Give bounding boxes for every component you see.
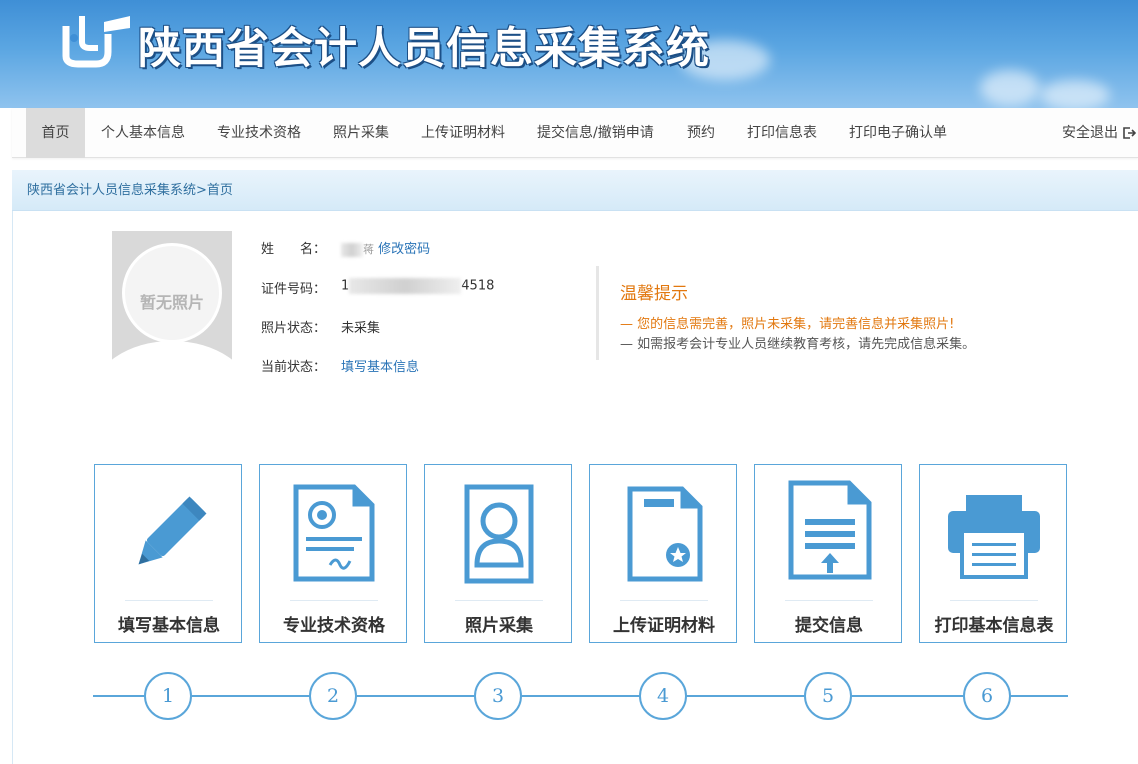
current-status-value[interactable]: 填写基本信息 — [341, 356, 419, 375]
card-print[interactable]: 打印基本信息表 — [919, 464, 1067, 643]
tips-divider — [596, 266, 599, 360]
id-label: 证件号码： — [261, 282, 327, 297]
tips-title: 温馨提示 — [620, 284, 688, 304]
printer-icon — [948, 495, 1040, 579]
tip-line-1: — 您的信息需完善，照片未采集，请完善信息并采集照片! — [620, 317, 955, 332]
id-value: 1 4518 — [341, 278, 494, 294]
card-separator — [620, 600, 708, 601]
breadcrumb: 陕西省会计人员信息采集系统>首页 — [12, 170, 1138, 211]
step-4: 4 — [639, 672, 687, 720]
change-password-link[interactable]: 修改密码 — [378, 242, 430, 257]
document-upload-icon — [788, 480, 872, 580]
certificate-icon — [293, 484, 375, 582]
id-prefix: 1 — [341, 278, 350, 294]
nav-personal-info[interactable]: 个人基本信息 — [101, 108, 185, 158]
card-separator — [950, 600, 1038, 601]
card-fill-basic-info[interactable]: 填写基本信息 — [94, 464, 242, 643]
card-label: 提交信息 — [795, 616, 863, 636]
avatar-placeholder: 暂无照片 — [112, 231, 232, 377]
step-2: 2 — [309, 672, 357, 720]
redacted-name — [341, 242, 363, 257]
nav-print-confirm[interactable]: 打印电子确认单 — [849, 108, 947, 158]
avatar-silhouette — [112, 341, 232, 377]
card-separator — [125, 600, 213, 601]
step-5: 5 — [804, 672, 852, 720]
card-separator — [290, 600, 378, 601]
nav-home[interactable]: 首页 — [26, 108, 85, 158]
current-status-label: 当前状态： — [261, 360, 327, 375]
nav-photo[interactable]: 照片采集 — [333, 108, 389, 158]
card-label: 打印基本信息表 — [934, 616, 1054, 636]
name-label: 姓 名： — [261, 242, 327, 257]
photo-status-value: 未采集 — [341, 321, 381, 336]
nav-upload[interactable]: 上传证明材料 — [421, 108, 505, 158]
main-nav: 首页 个人基本信息 专业技术资格 照片采集 上传证明材料 提交信息/撤销申请 预… — [12, 108, 1138, 158]
logout-button[interactable]: 安全退出 — [1062, 108, 1136, 158]
cloud-decoration — [1040, 80, 1110, 108]
site-title: 陕西省会计人员信息采集系统 — [138, 24, 710, 74]
card-separator — [785, 600, 873, 601]
id-suffix: 4518 — [461, 278, 495, 294]
card-label: 填写基本信息 — [118, 616, 220, 636]
content-border — [12, 211, 13, 764]
card-qualification[interactable]: 专业技术资格 — [259, 464, 407, 643]
tip-line-2: — 如需报考会计专业人员继续教育考核，请先完成信息采集。 — [620, 337, 976, 352]
step-line — [93, 695, 1068, 697]
site-logo-icon — [62, 16, 130, 68]
logout-icon — [1123, 127, 1136, 139]
card-label: 上传证明材料 — [613, 616, 715, 636]
nav-appointment[interactable]: 预约 — [687, 108, 715, 158]
nav-qualification[interactable]: 专业技术资格 — [217, 108, 301, 158]
document-badge-icon — [627, 486, 703, 582]
name-value: 蒋 修改密码 — [341, 238, 430, 257]
step-3: 3 — [474, 672, 522, 720]
card-submit[interactable]: 提交信息 — [754, 464, 902, 643]
logout-label: 安全退出 — [1062, 125, 1118, 141]
step-1: 1 — [144, 672, 192, 720]
step-6: 6 — [963, 672, 1011, 720]
card-label: 照片采集 — [465, 616, 533, 636]
photo-status-label: 照片状态： — [261, 321, 327, 336]
nav-print-info[interactable]: 打印信息表 — [747, 108, 817, 158]
redacted-id — [349, 278, 462, 294]
pencil-icon — [138, 496, 207, 565]
nav-submit[interactable]: 提交信息/撤销申请 — [537, 108, 654, 158]
card-label: 专业技术资格 — [283, 616, 385, 636]
card-photo[interactable]: 照片采集 — [424, 464, 572, 643]
header-banner: 陕西省会计人员信息采集系统 — [0, 0, 1138, 108]
card-upload[interactable]: 上传证明材料 — [589, 464, 737, 643]
no-photo-text: 暂无照片 — [139, 293, 204, 312]
card-separator — [455, 600, 543, 601]
portrait-icon — [464, 484, 534, 584]
cloud-decoration — [980, 70, 1040, 106]
name-partial: 蒋 — [363, 243, 374, 256]
